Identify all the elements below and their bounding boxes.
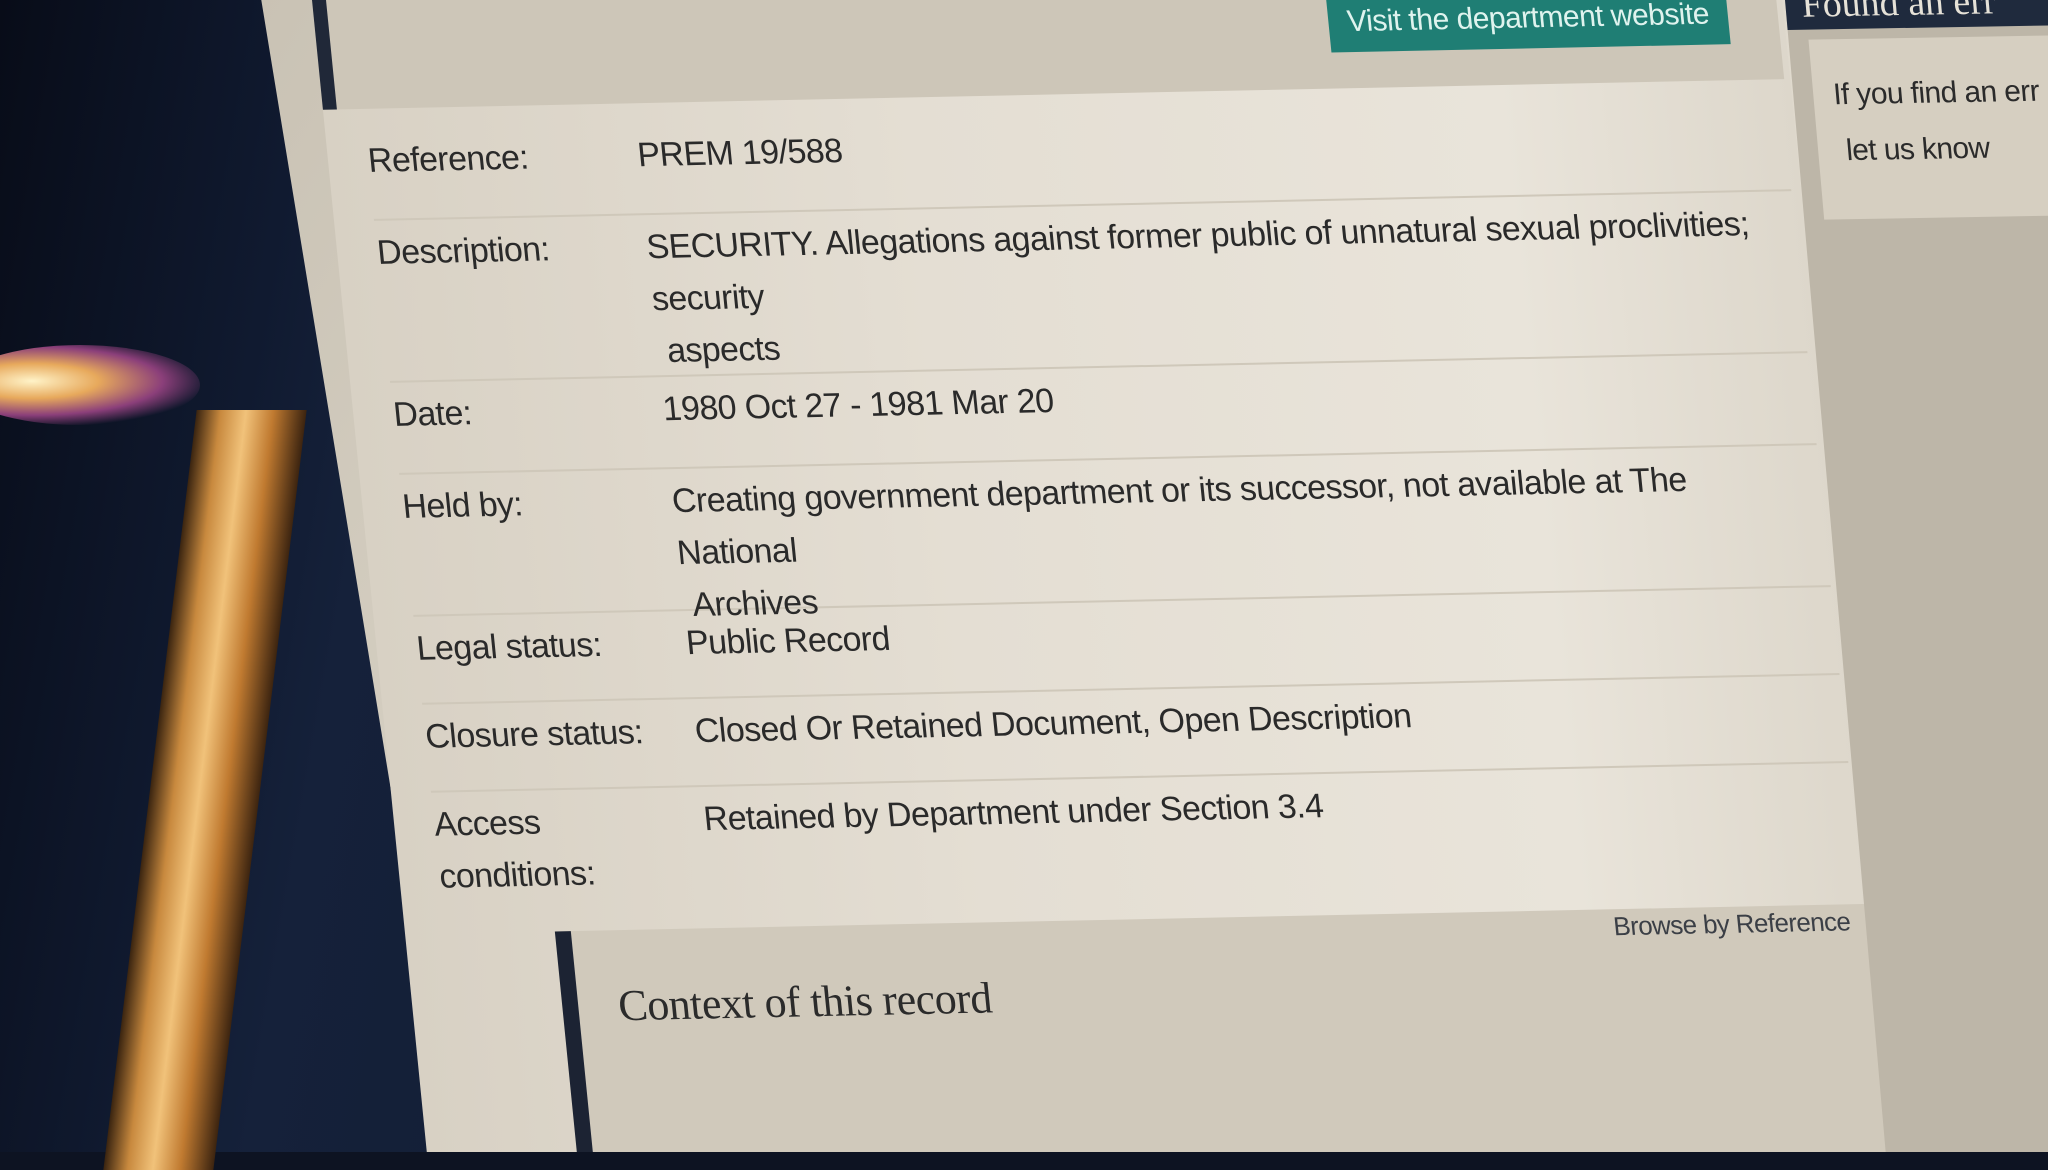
context-section: Browse by Reference Context of this reco… [554,903,1925,1152]
reference-label: Reference: [366,138,530,180]
visit-department-website-button[interactable]: Visit the department website [1325,0,1731,53]
access-conditions-label-line1: Access [432,803,542,844]
let-us-know-link[interactable]: let us know [1836,119,2048,180]
record-details-panel: Visit the department website Reference: … [311,0,1925,1152]
date-label: Date: [391,394,474,434]
description-value: SECURITY. Allegations against former pub… [644,191,1808,375]
held-by-label: Held by: [400,485,525,526]
description-label: Description: [375,230,552,272]
header-band: Visit the department website [311,0,1785,110]
sidebar-heading: Found an err [1784,0,2048,30]
closure-status-label: Closure status: [423,713,645,756]
access-conditions-label-line2: conditions: [437,854,597,896]
sidebar-text-line1: If you find an err [1831,74,2041,112]
access-conditions-label: Access conditions: [431,787,715,943]
description-row: Description: SECURITY. Allegations again… [374,191,1808,383]
error-report-card: If you find an err let us know [1808,34,2048,220]
context-title: Context of this record [615,973,994,1031]
record-details-table: Reference: PREM 19/588 Description: SECU… [364,99,1863,943]
browse-by-reference-link[interactable]: Browse by Reference [1612,906,1852,942]
screen-area: Visit the department website Reference: … [0,0,2048,1152]
legal-status-label: Legal status: [414,625,604,668]
held-by-value: Creating government department or its su… [669,445,1831,624]
record-page: Visit the department website Reference: … [300,0,1925,1152]
